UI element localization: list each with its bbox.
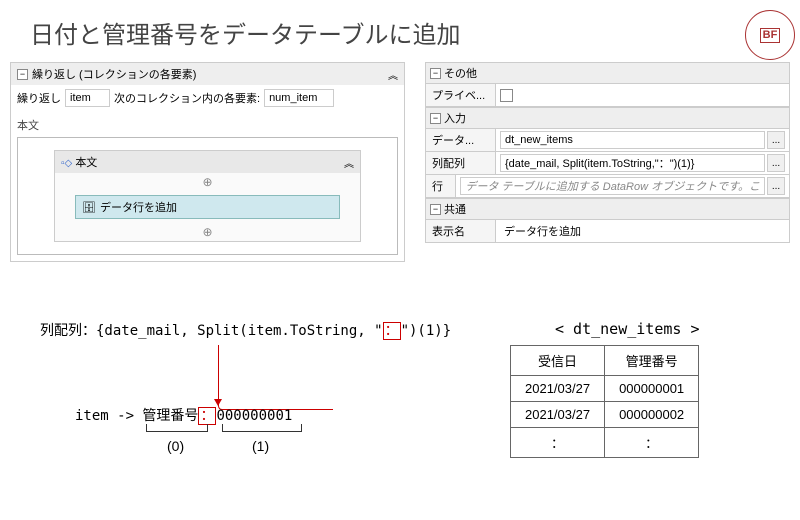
section-common[interactable]: − 共通 (425, 198, 790, 220)
private-label: プライベ... (426, 84, 496, 106)
collapse-icon[interactable]: − (430, 68, 441, 79)
index-1-label: (1) (252, 438, 269, 454)
section-common-label: 共通 (444, 201, 466, 217)
section-other-label: その他 (444, 65, 477, 81)
datarow-input[interactable]: データ テーブルに追加する DataRow オブジェクトです。こ (460, 177, 765, 195)
section-other[interactable]: − その他 (425, 62, 790, 84)
expression-editor-button[interactable]: ... (767, 177, 785, 195)
activity-designer-panel: − 繰り返し (コレクションの各要素) ︽ 繰り返し item 次のコレクション… (10, 62, 405, 262)
highlighted-colon: ： (198, 407, 216, 425)
properties-panel: − その他 プライベ... − 入力 データ... dt_new_items .… (425, 62, 790, 262)
table-header: 管理番号 (605, 346, 699, 376)
collapse-icon[interactable]: − (17, 69, 28, 80)
datatable-label: データ... (426, 129, 496, 151)
add-data-row-label: データ行を追加 (100, 199, 177, 215)
activity-title: 繰り返し (コレクションの各要素) (32, 66, 196, 82)
table-row: 2021/03/27000000001 (511, 376, 699, 402)
item-example: item -> 管理番号：000000001 (75, 405, 292, 425)
index-0-label: (0) (167, 438, 184, 454)
displayname-label: 表示名 (426, 220, 496, 242)
result-table: 受信日 管理番号 2021/03/27000000001 2021/03/270… (510, 345, 699, 458)
expression-editor-button[interactable]: ... (767, 131, 785, 149)
underbrace-right (222, 424, 302, 432)
result-table-title: < dt_new_items > (555, 320, 700, 338)
datatable-icon: 🗄 (82, 201, 96, 214)
highlighted-colon: ： (383, 322, 401, 340)
table-row: ：： (511, 428, 699, 458)
next-input[interactable]: num_item (264, 89, 334, 107)
datarow-label: 行 (426, 175, 456, 197)
logo-text: BF (760, 28, 781, 43)
chevron-up-icon[interactable]: ︽ (344, 155, 354, 170)
arrayrow-input[interactable]: {date_mail, Split(item.ToString,"：")(1)} (500, 154, 765, 172)
brand-logo: BF (745, 10, 795, 60)
body-container: ▫◇ 本文 ︽ ⊕ 🗄 データ行を追加 ⊕ (17, 137, 398, 255)
sequence-icon: ▫◇ (61, 158, 72, 169)
collapse-icon[interactable]: − (430, 113, 441, 124)
table-header: 受信日 (511, 346, 605, 376)
expression-editor-button[interactable]: ... (767, 154, 785, 172)
array-expression-explain: 列配列：{date_mail, Split(item.ToString, "："… (40, 320, 500, 340)
private-checkbox[interactable] (500, 89, 513, 102)
add-activity-bottom[interactable]: ⊕ (55, 223, 360, 241)
datatable-input[interactable]: dt_new_items (500, 131, 765, 149)
section-input-label: 入力 (444, 110, 466, 126)
arrayrow-label: 列配列 (426, 152, 496, 174)
add-activity-top[interactable]: ⊕ (55, 173, 360, 191)
displayname-input[interactable]: データ行を追加 (500, 222, 785, 240)
next-label: 次のコレクション内の各要素: (114, 90, 260, 106)
table-row: 2021/03/27000000002 (511, 402, 699, 428)
activity-header[interactable]: − 繰り返し (コレクションの各要素) ︽ (11, 63, 404, 85)
add-data-row-activity[interactable]: 🗄 データ行を追加 (75, 195, 340, 219)
inner-sequence-title: 本文 (75, 157, 97, 169)
underbrace-left (146, 424, 208, 432)
page-title: 日付と管理番号をデータテーブルに追加 (0, 0, 800, 50)
chevron-up-icon[interactable]: ︽ (388, 67, 398, 82)
arrow-connector (218, 345, 333, 410)
repeat-label: 繰り返し (17, 90, 61, 106)
body-label: 本文 (17, 117, 398, 133)
collapse-icon[interactable]: − (430, 204, 441, 215)
repeat-input[interactable]: item (65, 89, 110, 107)
section-input[interactable]: − 入力 (425, 107, 790, 129)
inner-sequence[interactable]: ▫◇ 本文 ︽ ⊕ 🗄 データ行を追加 ⊕ (54, 150, 361, 242)
